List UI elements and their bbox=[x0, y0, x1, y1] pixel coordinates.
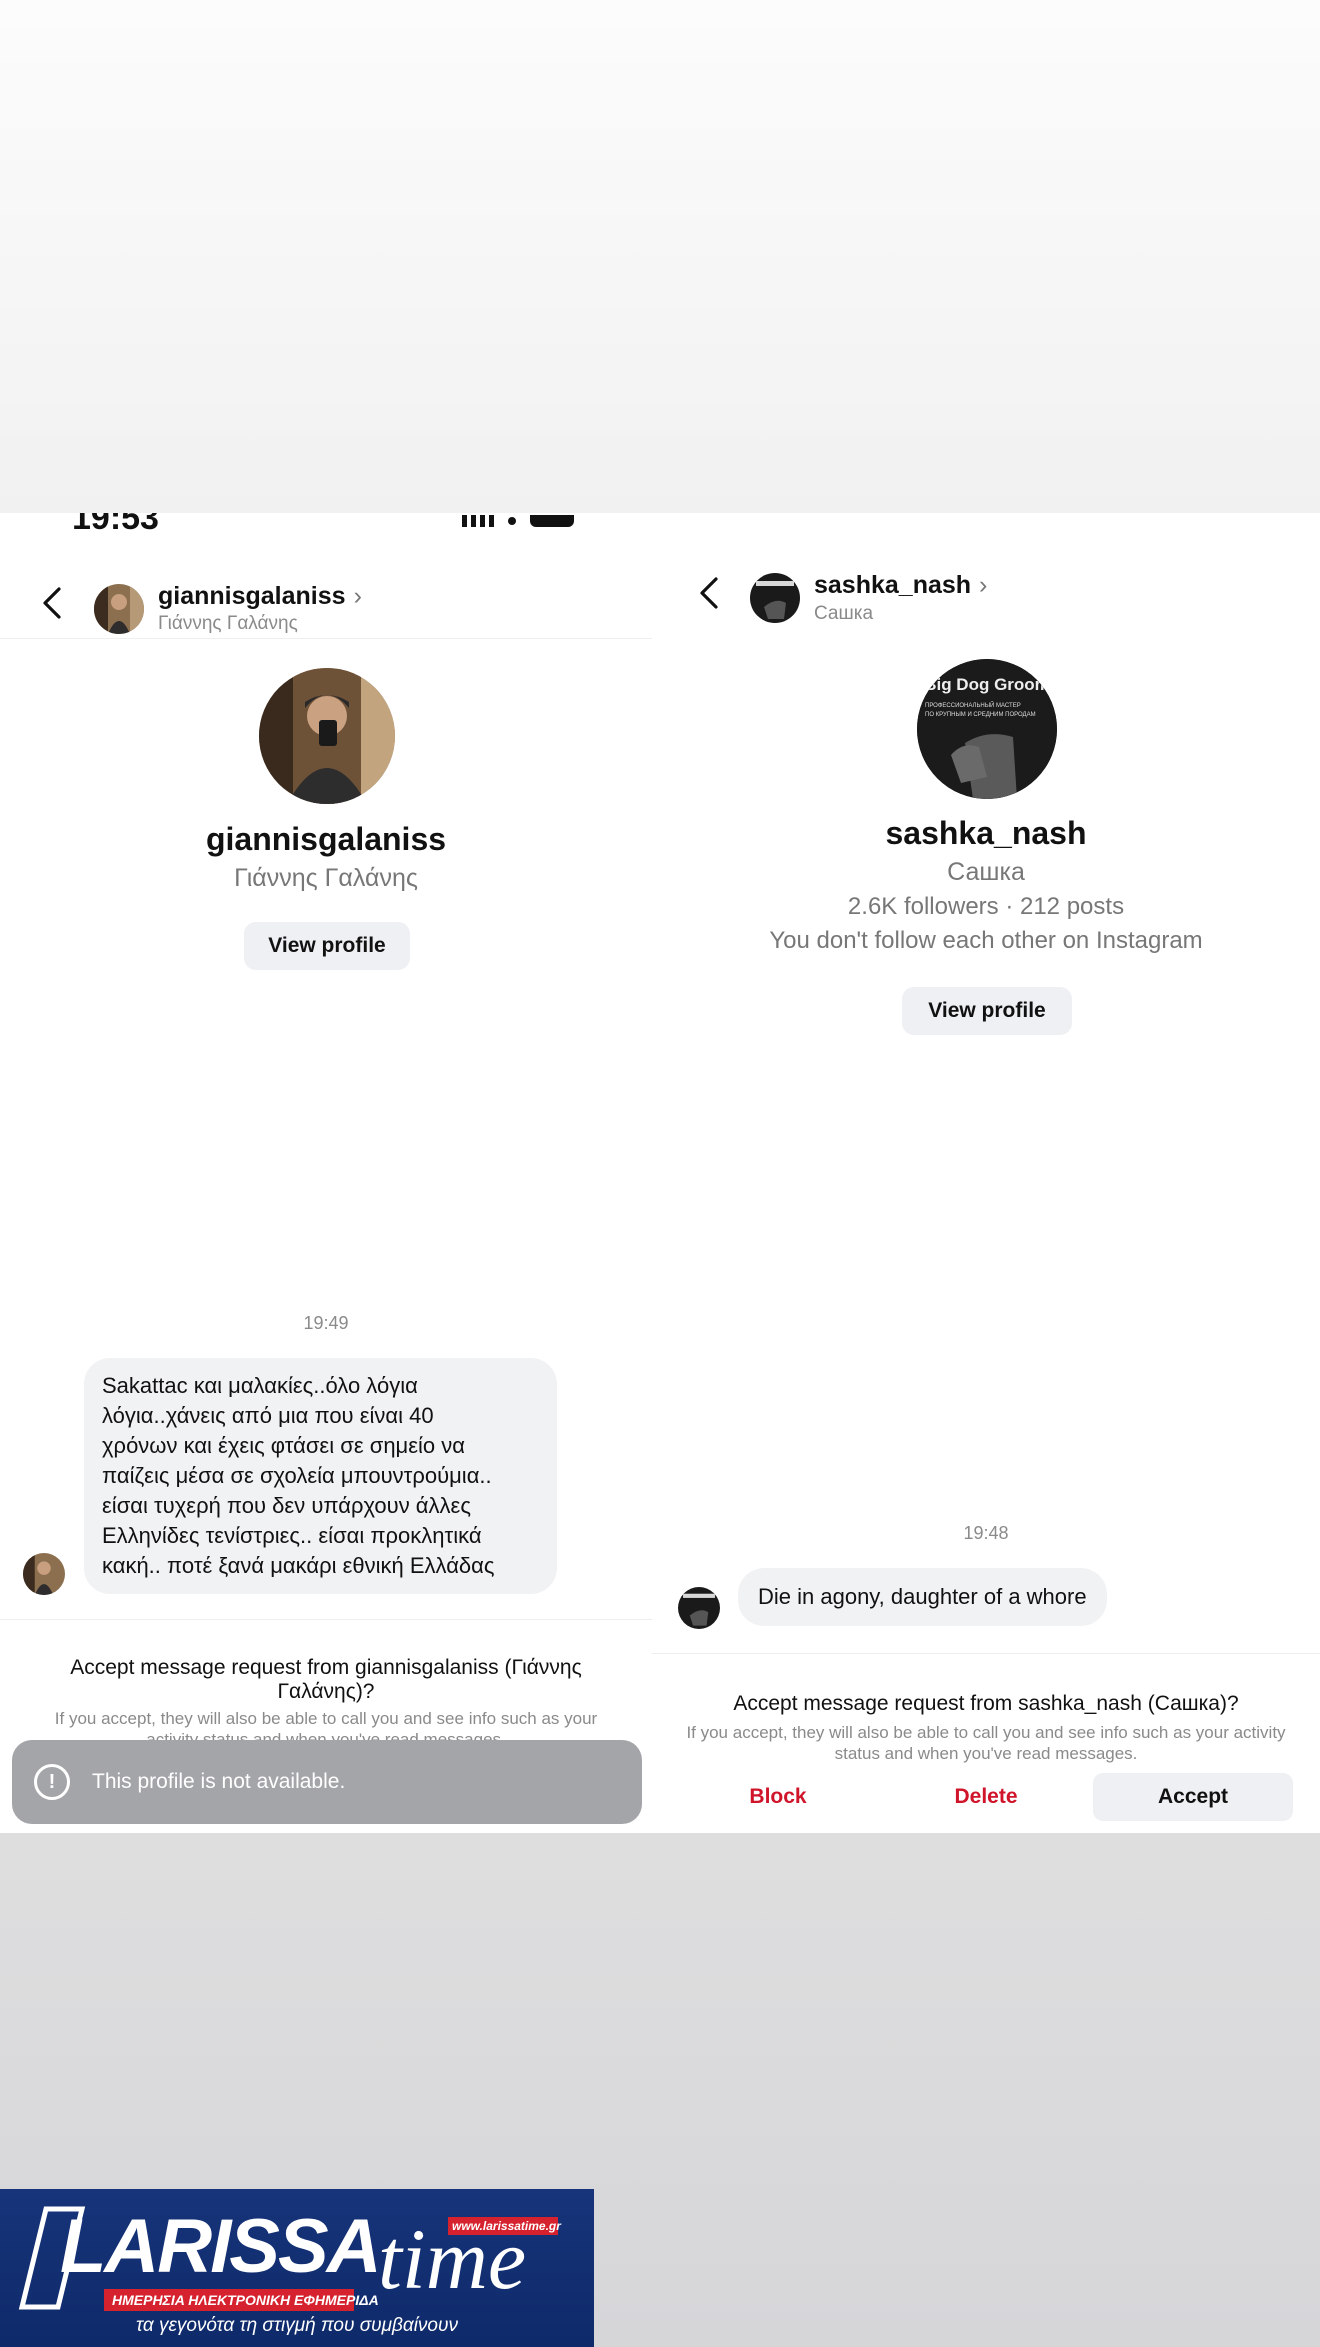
right-dm-screenshot: sashka_nash › Сашка Big Dog Groom ПРОФЕСС… bbox=[652, 513, 1320, 1833]
battery-icon bbox=[530, 515, 574, 527]
avatar-tagline-1: ПРОФЕССИОНАЛЬНЫЙ МАСТЕР bbox=[925, 703, 1021, 709]
profile-fullname: Сашка bbox=[947, 858, 1025, 886]
header-username[interactable]: giannisgalaniss › bbox=[158, 582, 362, 611]
header-username-text: sashka_nash bbox=[814, 571, 972, 599]
profile-username: giannisgalaniss bbox=[205, 821, 447, 857]
sender-avatar[interactable] bbox=[23, 1553, 65, 1595]
blank-top-area bbox=[0, 0, 1320, 513]
toast-notification: ! This profile is not available. bbox=[12, 1740, 642, 1824]
header-username[interactable]: sashka_nash › bbox=[814, 571, 987, 600]
back-arrow-icon[interactable] bbox=[40, 585, 64, 621]
request-subtitle: If you accept, they will also be able to… bbox=[686, 1723, 1286, 1763]
accept-button[interactable]: Accept bbox=[1093, 1773, 1293, 1821]
signal-icon bbox=[462, 515, 494, 527]
avatar[interactable] bbox=[94, 584, 144, 634]
message-timestamp: 19:48 bbox=[963, 1523, 1009, 1543]
logo-slogan: τα γεγονότα τη στιγμή που συμβαίνουν bbox=[136, 2315, 458, 2336]
status-icons bbox=[462, 515, 574, 527]
view-profile-button[interactable]: View profile bbox=[902, 987, 1072, 1035]
profile-username: sashka_nash bbox=[885, 815, 1087, 851]
profile-avatar[interactable]: Big Dog Groom ПРОФЕССИОНАЛЬНЫЙ МАСТЕР ПО… bbox=[917, 659, 1057, 799]
sender-avatar[interactable] bbox=[678, 1587, 720, 1629]
chevron-right-icon: › bbox=[353, 582, 362, 610]
request-actions: Block Delete Accept bbox=[652, 1773, 1320, 1823]
status-bar: 19:53 bbox=[0, 513, 652, 531]
message-timestamp: 19:49 bbox=[303, 1313, 349, 1333]
chat-header: giannisgalaniss › Γιάννης Γαλάνης bbox=[0, 563, 652, 639]
logo-brand-larissa: LARISSA bbox=[60, 2204, 382, 2289]
chat-header: sashka_nash › Сашка bbox=[652, 553, 1320, 629]
request-title: Accept message request from sashka_nash … bbox=[733, 1692, 1239, 1715]
profile-fullname: Γιάννης Γαλάνης bbox=[234, 864, 418, 892]
larissatime-logo: LARISSA time www.larissatime.gr ΗΜΕΡΗΣΙΑ… bbox=[0, 2189, 594, 2347]
header-fullname: Γιάννης Γαλάνης bbox=[158, 613, 298, 634]
header-username-text: giannisgalaniss bbox=[158, 582, 346, 610]
status-time: 19:53 bbox=[72, 513, 159, 531]
alert-icon: ! bbox=[34, 1764, 70, 1800]
delete-button[interactable]: Delete bbox=[916, 1773, 1056, 1821]
wifi-icon bbox=[508, 517, 516, 525]
logo-url: www.larissatime.gr bbox=[452, 2219, 561, 2233]
profile-avatar[interactable] bbox=[259, 668, 395, 804]
avatar[interactable] bbox=[750, 573, 800, 623]
back-arrow-icon[interactable] bbox=[697, 575, 721, 611]
avatar-brand-text: Big Dog Groom bbox=[924, 675, 1050, 694]
follow-status: You don't follow each other on Instagram bbox=[769, 927, 1203, 954]
block-button[interactable]: Block bbox=[708, 1773, 848, 1821]
logo-tagline: ΗΜΕΡΗΣΙΑ ΗΛΕΚΤΡΟΝΙΚΗ ΕΦΗΜΕΡΙΔΑ bbox=[112, 2292, 379, 2308]
view-profile-button[interactable]: View profile bbox=[244, 922, 410, 970]
chevron-right-icon: › bbox=[979, 571, 988, 599]
toast-text: This profile is not available. bbox=[92, 1770, 346, 1793]
profile-stats: 2.6K followers · 212 posts bbox=[847, 893, 1125, 920]
request-title: Accept message request from giannisgalan… bbox=[70, 1656, 582, 1703]
left-dm-screenshot: 19:53 giannisgalaniss› Γιάννης Γαλάνης bbox=[0, 513, 652, 1833]
message-bubble[interactable]: Sakattac και μαλακίες..όλο λόγια λόγια..… bbox=[84, 1358, 557, 1594]
avatar-tagline-2: ПО КРУПНЫМ И СРЕДНИМ ПОРОДАМ bbox=[925, 712, 1036, 718]
header-fullname: Сашка bbox=[814, 603, 874, 624]
message-bubble[interactable]: Die in agony, daughter of a whore bbox=[738, 1568, 1107, 1626]
